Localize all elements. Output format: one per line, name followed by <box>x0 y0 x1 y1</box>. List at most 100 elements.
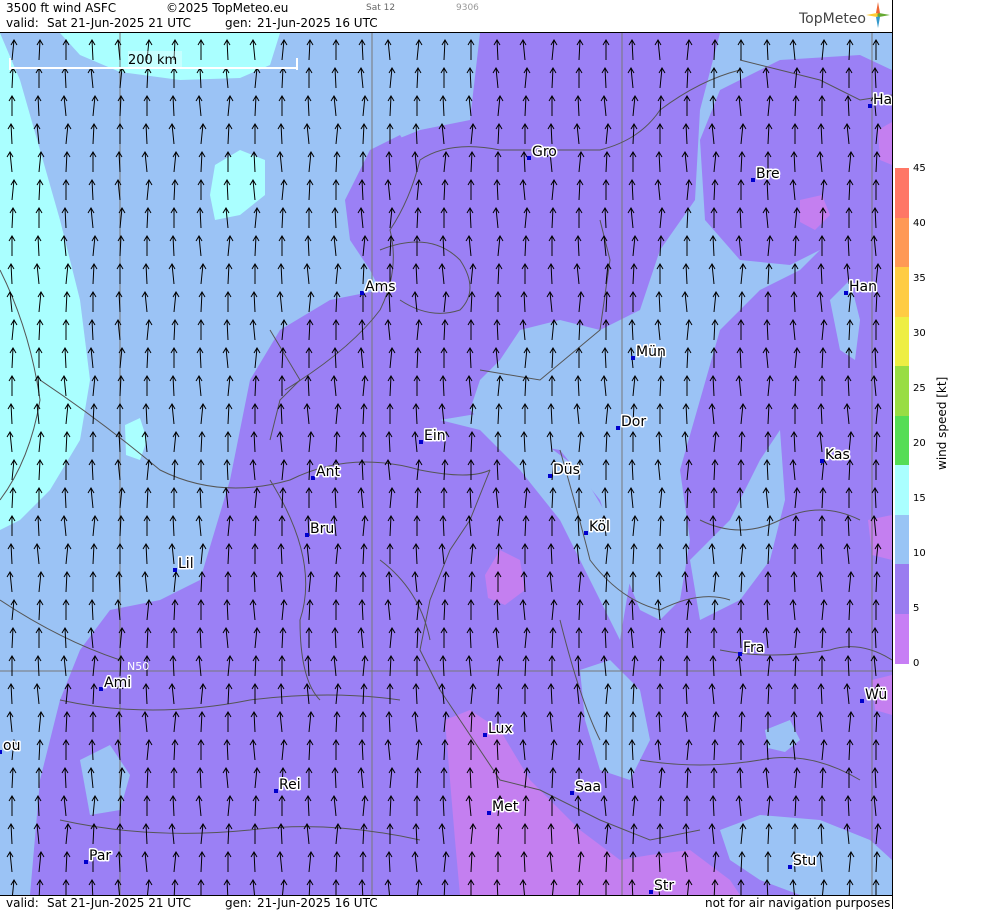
city-dor: DorDor <box>616 413 648 432</box>
latitude-label: N50 <box>127 660 149 673</box>
legend-swatch <box>895 514 909 565</box>
legend-tick: 5 <box>913 603 920 614</box>
legend-swatch <box>895 168 909 218</box>
wind-map: 200 km N50 GroGroBreBreHaHaAmsAms HanHanM… <box>0 33 892 895</box>
city-ou: ouou <box>0 737 22 756</box>
wind-speed-legend: 45 40 35 30 25 20 15 10 5 0 wind speed [kt] <box>892 0 983 909</box>
legend-tick: 30 <box>913 328 926 339</box>
city-stu: StuStu <box>788 852 818 871</box>
valid-label: valid: <box>6 16 39 30</box>
city-marker-icon <box>570 791 574 795</box>
footer-valid-time: Sat 21-Jun-2025 21 UTC <box>47 896 192 910</box>
city-marker-icon <box>311 476 315 480</box>
city-met: MetMet <box>487 798 520 817</box>
city-label: Fra <box>743 640 764 656</box>
city-par: ParPar <box>84 847 113 866</box>
speed-zone-5-10-east-top <box>700 55 892 265</box>
city-marker-icon <box>751 178 755 182</box>
city-marker-icon <box>360 291 364 295</box>
city-marker-icon <box>173 568 177 572</box>
city-gro: GroGro <box>527 143 558 162</box>
compass-logo-icon <box>866 2 890 28</box>
legend-swatch <box>895 217 909 268</box>
city-marker-icon <box>527 156 531 160</box>
legend-tick: 40 <box>913 218 926 229</box>
city-ams: AmsAms <box>360 278 397 297</box>
city-label: Lux <box>488 721 513 737</box>
city-label: Mün <box>636 344 666 360</box>
valid-time: Sat 21-Jun-2025 21 UTC <box>47 16 192 30</box>
city-marker-icon <box>548 474 552 478</box>
legend-tick: 0 <box>913 658 920 669</box>
city-wü: WüWü <box>860 686 889 705</box>
city-label: Düs <box>553 462 580 478</box>
city-label: Par <box>89 848 111 864</box>
legend-tick: 35 <box>913 273 926 284</box>
legend-swatch <box>895 316 909 367</box>
city-label: Wü <box>865 687 887 703</box>
city-marker-icon <box>305 533 309 537</box>
city-marker-icon <box>99 687 103 691</box>
city-düs: DüsDüs <box>548 461 581 480</box>
city-label: Ant <box>316 464 340 480</box>
footer-gen-time: 21-Jun-2025 16 UTC <box>257 896 378 910</box>
legend-tick: 10 <box>913 548 926 559</box>
city-marker-icon <box>487 811 491 815</box>
city-label: Stu <box>793 853 816 869</box>
city-label: Saa <box>575 779 601 795</box>
city-label: Lil <box>178 556 194 572</box>
city-ant: AntAnt <box>311 463 342 482</box>
city-saa: SaaSaa <box>570 778 603 797</box>
legend-swatch <box>895 267 909 317</box>
header: 3500 ft wind ASFC ©2025 TopMeteo.eu Sat … <box>0 0 892 33</box>
city-marker-icon <box>584 531 588 535</box>
city-marker-icon <box>649 890 653 894</box>
city-han: HanHan <box>844 278 878 297</box>
legend-tick: 45 <box>913 163 926 174</box>
city-label: Str <box>654 878 674 894</box>
city-label: Kas <box>825 447 850 463</box>
city-label: Han <box>849 279 877 295</box>
footer-disclaimer: not for air navigation purposes <box>705 896 891 910</box>
scale-bar-label: 200 km <box>128 53 177 68</box>
city-marker-icon <box>868 104 872 108</box>
city-marker-icon <box>616 426 620 430</box>
city-label: ou <box>3 738 20 754</box>
footer: valid: Sat 21-Jun-2025 21 UTC gen: 21-Ju… <box>0 895 892 910</box>
city-marker-icon <box>844 291 848 295</box>
legend-swatch <box>895 415 909 466</box>
city-label: Gro <box>532 144 557 160</box>
city-lux: LuxLux <box>483 720 514 739</box>
topmeteo-logo: TopMeteo <box>799 11 866 27</box>
city-marker-icon <box>631 356 635 360</box>
gen-time: 21-Jun-2025 16 UTC <box>257 16 378 30</box>
city-label: Dor <box>621 414 646 430</box>
city-bre: BreBre <box>751 165 781 184</box>
product-title: 3500 ft wind ASFC <box>6 1 117 15</box>
legend-tick: 20 <box>913 438 926 449</box>
city-ami: AmiAmi <box>99 674 133 693</box>
city-marker-icon <box>860 699 864 703</box>
copyright: ©2025 TopMeteo.eu <box>166 1 289 15</box>
city-marker-icon <box>788 865 792 869</box>
footer-gen-label: gen: <box>225 896 252 910</box>
city-marker-icon <box>84 860 88 864</box>
city-marker-icon <box>419 440 423 444</box>
city-marker-icon <box>274 789 278 793</box>
city-marker-icon <box>483 733 487 737</box>
legend-title: wind speed [kt] <box>935 376 949 470</box>
city-marker-icon <box>820 459 824 463</box>
legend-tick: 15 <box>913 493 926 504</box>
city-label: Bru <box>310 521 334 537</box>
legend-color-bar <box>895 168 909 664</box>
city-label: Köl <box>589 519 610 535</box>
city-label: Met <box>492 799 519 815</box>
city-marker-icon <box>0 750 2 754</box>
legend-tick: 25 <box>913 383 926 394</box>
city-label: Bre <box>756 166 780 182</box>
legend-swatch <box>895 564 909 614</box>
legend-swatch <box>895 465 909 515</box>
city-label: Ams <box>365 279 396 295</box>
gen-label: gen: <box>225 16 252 30</box>
city-mün: MünMün <box>631 343 667 362</box>
